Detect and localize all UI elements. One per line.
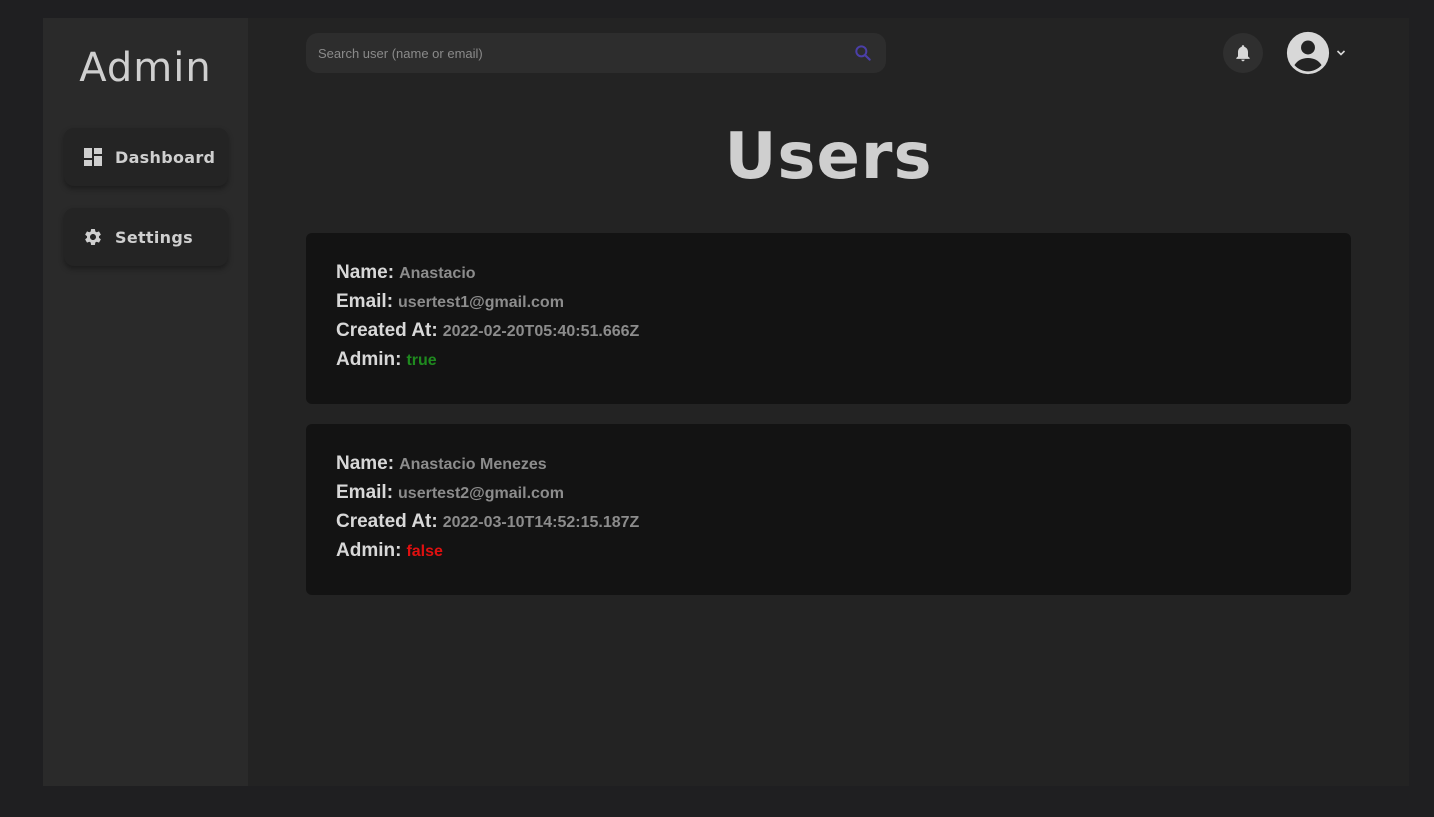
user-card: Name: Anastacio Email: usertest1@gmail.c…	[306, 233, 1351, 404]
profile-menu-button[interactable]	[1286, 31, 1350, 75]
user-admin-row: Admin: false	[336, 540, 639, 569]
email-label: Email:	[336, 482, 394, 503]
user-name: Anastacio	[399, 265, 476, 282]
created-at-label: Created At:	[336, 320, 438, 341]
account-circle-icon	[1286, 31, 1330, 75]
app-frame: Admin Dashboard Settings Search user (na…	[43, 18, 1409, 786]
user-email: usertest1@gmail.com	[398, 294, 564, 311]
chevron-down-icon	[1336, 49, 1346, 57]
page-title: Users	[724, 120, 933, 194]
user-name-row: Name: Anastacio	[336, 262, 639, 291]
gear-icon	[83, 227, 103, 247]
dashboard-icon	[83, 147, 103, 167]
sidebar-item-label: Settings	[115, 227, 193, 247]
user-created-at: 2022-02-20T05:40:51.666Z	[442, 323, 640, 340]
search-input[interactable]	[306, 44, 852, 62]
user-email-row: Email: usertest1@gmail.com	[336, 291, 639, 320]
sidebar: Admin Dashboard Settings	[43, 18, 248, 786]
email-label: Email:	[336, 291, 394, 312]
brand-title: Admin	[79, 45, 212, 91]
user-created-at: 2022-03-10T14:52:15.187Z	[442, 514, 640, 531]
user-created-row: Created At: 2022-02-20T05:40:51.666Z	[336, 320, 639, 349]
search-icon[interactable]	[852, 42, 874, 64]
user-name-row: Name: Anastacio Menezes	[336, 453, 639, 482]
notifications-button[interactable]	[1223, 33, 1263, 73]
user-email-row: Email: usertest2@gmail.com	[336, 482, 639, 511]
name-label: Name:	[336, 453, 395, 474]
user-created-row: Created At: 2022-03-10T14:52:15.187Z	[336, 511, 639, 540]
created-at-label: Created At:	[336, 511, 438, 532]
search-bar	[306, 33, 886, 73]
user-email: usertest2@gmail.com	[398, 485, 564, 502]
name-label: Name:	[336, 262, 395, 283]
sidebar-item-dashboard[interactable]: Dashboard	[64, 128, 228, 186]
user-admin-status: false	[406, 543, 443, 560]
user-admin-row: Admin: true	[336, 349, 639, 378]
user-card: Name: Anastacio Menezes Email: usertest2…	[306, 424, 1351, 595]
user-admin-status: true	[406, 352, 437, 369]
sidebar-item-settings[interactable]: Settings	[64, 208, 228, 266]
admin-label: Admin:	[336, 349, 402, 370]
admin-label: Admin:	[336, 540, 402, 561]
bell-icon	[1233, 43, 1253, 63]
user-name: Anastacio Menezes	[399, 456, 547, 473]
sidebar-item-label: Dashboard	[115, 147, 216, 167]
